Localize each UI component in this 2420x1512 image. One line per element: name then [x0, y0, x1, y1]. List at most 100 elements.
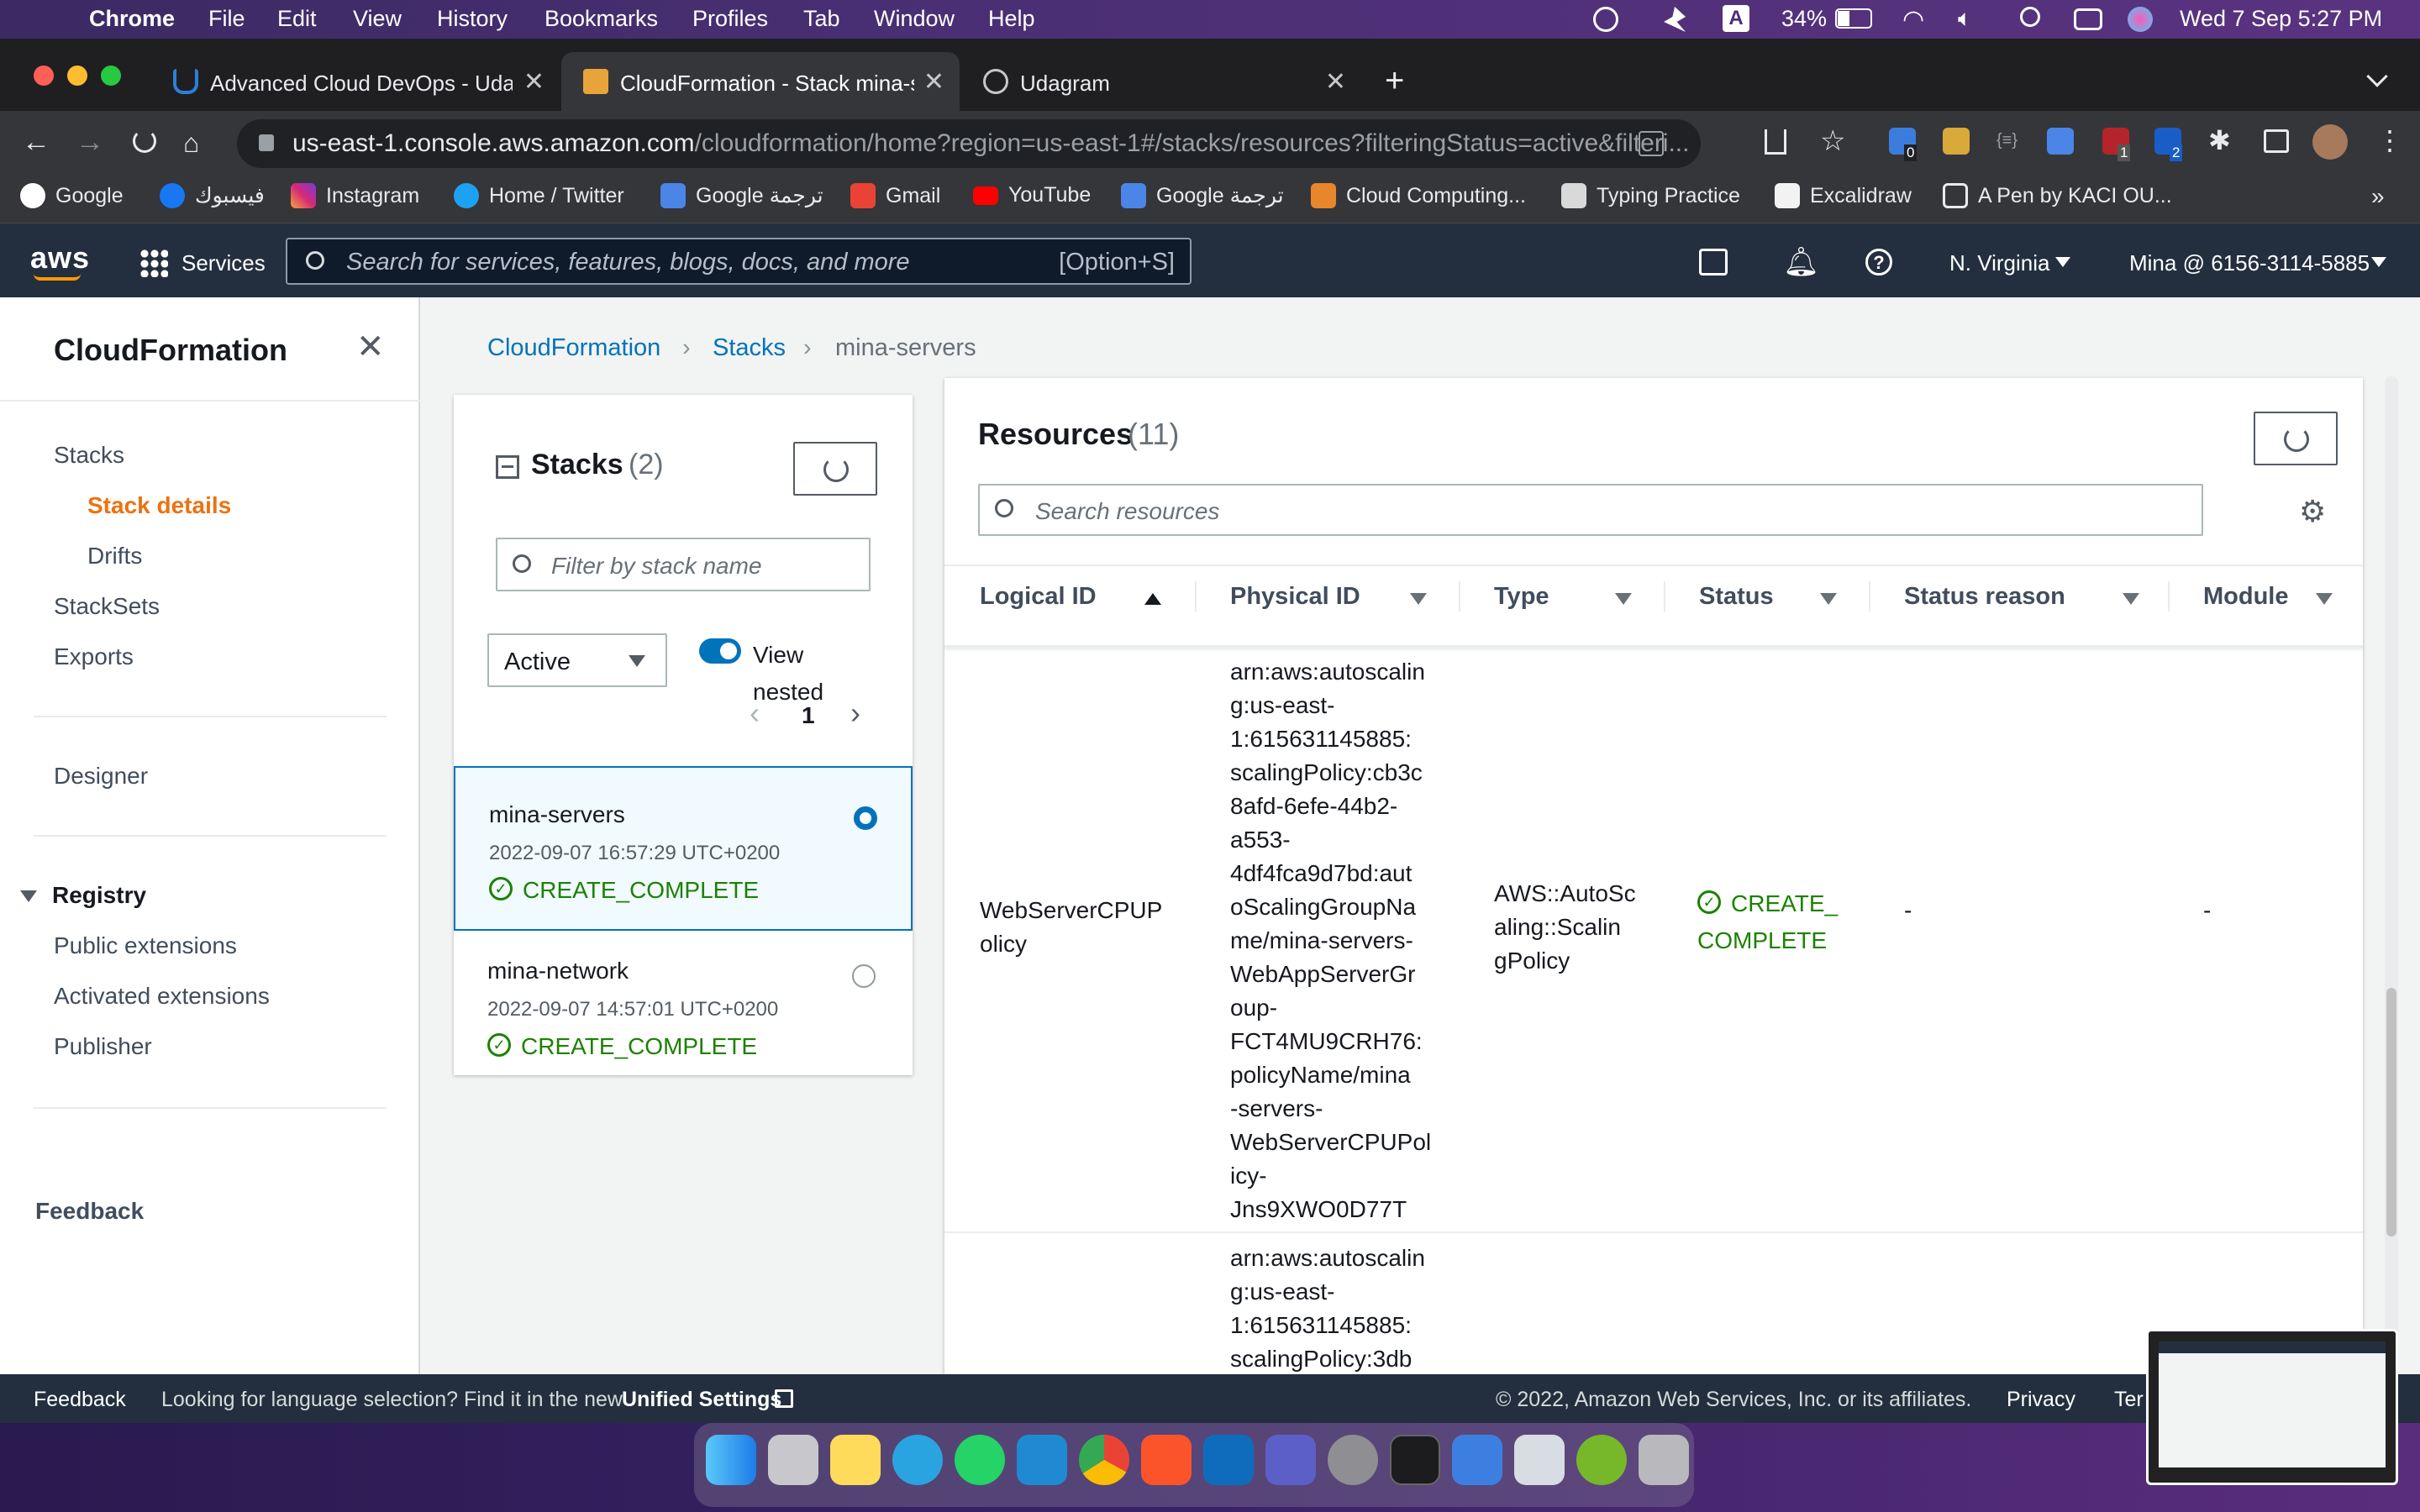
back-icon[interactable]: ←: [22, 126, 50, 159]
share-icon[interactable]: [1765, 129, 1786, 155]
sort-icon[interactable]: [1615, 593, 1632, 605]
tab-udacity[interactable]: Advanced Cloud DevOps - Uda ✕: [151, 52, 560, 111]
column-header-physical-id[interactable]: Physical ID: [1230, 583, 1360, 611]
next-page-icon[interactable]: ›: [850, 696, 860, 731]
trash-icon[interactable]: [1639, 1435, 1689, 1485]
notifications-bell-icon[interactable]: 🔔︎: [1783, 245, 1819, 279]
stack-name[interactable]: mina-network: [487, 958, 629, 984]
wordpress-icon[interactable]: [1593, 7, 1618, 32]
utorrent-icon[interactable]: [1576, 1435, 1627, 1485]
sidebar-section-registry[interactable]: Registry: [52, 882, 146, 909]
vscode-icon[interactable]: [1017, 1435, 1067, 1485]
sort-icon[interactable]: [1820, 593, 1837, 605]
sort-ascending-icon[interactable]: [1144, 593, 1161, 605]
close-tab-icon[interactable]: ✕: [1325, 67, 1346, 97]
sidebar-item-publisher[interactable]: Publisher: [54, 1033, 152, 1060]
bookmark-gmail[interactable]: Gmail: [850, 183, 940, 208]
close-sidebar-icon[interactable]: ✕: [356, 328, 385, 366]
account-caret-icon[interactable]: [2371, 257, 2386, 267]
siri-icon[interactable]: [2128, 7, 2153, 32]
account-menu[interactable]: Mina @ 6156-3114-5885: [2129, 250, 2370, 276]
outlook-icon[interactable]: [1203, 1435, 1254, 1485]
xcode-icon[interactable]: [1452, 1435, 1502, 1485]
menu-datetime[interactable]: Wed 7 Sep 5:27 PM: [2180, 6, 2382, 32]
translate-icon[interactable]: [1639, 131, 1664, 156]
page-scrollbar-thumb[interactable]: [2386, 988, 2396, 1236]
stack-list-item[interactable]: mina-servers 2022-09-07 16:57:29 UTC+020…: [454, 766, 913, 931]
bookmark-instagram[interactable]: Instagram: [291, 183, 419, 208]
side-panel-icon[interactable]: [2264, 129, 2289, 153]
brave-icon[interactable]: [1141, 1435, 1192, 1485]
menu-help[interactable]: Help: [988, 6, 1035, 32]
bookmark-google-translate-2[interactable]: Google ترجمة: [1121, 183, 1284, 208]
sidebar-item-public-extensions[interactable]: Public extensions: [54, 932, 237, 959]
telegram-icon[interactable]: [892, 1435, 943, 1485]
column-header-status[interactable]: Status: [1699, 583, 1774, 611]
more-bookmarks-icon[interactable]: »: [2371, 183, 2385, 210]
footer-feedback[interactable]: Feedback: [34, 1388, 126, 1412]
sidebar-item-stack-details[interactable]: Stack details: [87, 492, 231, 519]
menu-bookmarks[interactable]: Bookmarks: [544, 6, 658, 32]
tab-cloudformation[interactable]: CloudFormation - Stack mina-s ✕: [561, 52, 960, 111]
battery-icon[interactable]: [1835, 8, 1872, 29]
sidebar-item-activated-extensions[interactable]: Activated extensions: [54, 983, 270, 1010]
bookmark-google[interactable]: Google: [20, 183, 124, 208]
sort-icon[interactable]: [1410, 593, 1427, 605]
puzzle-extensions-icon[interactable]: ✱: [2208, 124, 2231, 156]
menu-profiles[interactable]: Profiles: [692, 6, 768, 32]
notes-icon[interactable]: [830, 1435, 881, 1485]
refresh-resources-button[interactable]: [2254, 412, 2338, 465]
collapse-icon[interactable]: [496, 455, 519, 479]
app-status-icon[interactable]: [1664, 7, 1686, 32]
bookmark-codepen[interactable]: A Pen by KACI OU...: [1943, 183, 2172, 208]
menu-file[interactable]: File: [208, 6, 245, 32]
stack-list-item[interactable]: mina-network 2022-09-07 14:57:01 UTC+020…: [454, 932, 913, 1075]
services-grid-icon[interactable]: [139, 249, 168, 277]
volume-icon[interactable]: 🔈︎: [1958, 5, 1972, 33]
resources-search-input[interactable]: Search resources: [978, 484, 2203, 536]
close-tab-icon[interactable]: ✕: [523, 67, 544, 97]
bookmark-twitter[interactable]: Home / Twitter: [454, 183, 624, 208]
caret-down-icon[interactable]: [20, 890, 37, 902]
extension-icon[interactable]: {≡}: [1996, 131, 2018, 150]
preview-icon[interactable]: [1514, 1435, 1565, 1485]
input-source-icon[interactable]: A: [1723, 5, 1749, 32]
refresh-stacks-button[interactable]: [793, 442, 877, 496]
region-caret-icon[interactable]: [2055, 257, 2070, 267]
launchpad-icon[interactable]: [768, 1435, 818, 1485]
sidebar-item-drifts[interactable]: Drifts: [87, 543, 142, 570]
region-selector[interactable]: N. Virginia: [1949, 250, 2049, 276]
sidebar-item-exports[interactable]: Exports: [54, 643, 134, 670]
prev-page-icon[interactable]: ‹: [750, 696, 760, 731]
footer-privacy[interactable]: Privacy: [2007, 1388, 2075, 1412]
aws-search-input[interactable]: Search for services, features, blogs, do…: [286, 238, 1192, 285]
new-tab-icon[interactable]: +: [1385, 64, 1404, 97]
menu-history[interactable]: History: [437, 6, 508, 32]
menu-app-name[interactable]: Chrome: [89, 6, 175, 32]
screenshot-thumbnail-preview[interactable]: [2146, 1329, 2398, 1485]
google-translate-icon[interactable]: [2047, 128, 2074, 155]
view-nested-toggle[interactable]: [699, 638, 741, 664]
bookmark-typing-practice[interactable]: Typing Practice: [1561, 183, 1740, 208]
home-icon[interactable]: ⌂: [183, 128, 199, 159]
chrome-icon[interactable]: [1079, 1435, 1129, 1485]
tab-udagram[interactable]: Udagram ✕: [961, 52, 1361, 111]
forward-icon[interactable]: →: [76, 126, 104, 159]
stack-name[interactable]: mina-servers: [489, 801, 625, 828]
window-zoom-button[interactable]: [101, 66, 121, 86]
tab-search-chevron-icon[interactable]: [2366, 66, 2388, 87]
status-filter-select[interactable]: Active: [487, 633, 667, 687]
sidebar-feedback[interactable]: Feedback: [35, 1198, 144, 1225]
system-settings-icon[interactable]: [1328, 1435, 1378, 1485]
sort-icon[interactable]: [2316, 593, 2333, 605]
settings-gear-icon[interactable]: ⚙: [2299, 494, 2326, 529]
bookmark-youtube[interactable]: YouTube: [973, 183, 1091, 207]
sidebar-item-designer[interactable]: Designer: [54, 763, 148, 790]
menu-edit[interactable]: Edit: [277, 6, 317, 32]
wifi-icon[interactable]: ◠: [1902, 5, 1924, 34]
stack-radio-selected[interactable]: [854, 806, 877, 830]
profile-avatar[interactable]: [2312, 124, 2348, 160]
breadcrumb-stacks[interactable]: Stacks: [713, 334, 786, 362]
aws-logo[interactable]: aws: [30, 240, 90, 276]
bookmark-excalidraw[interactable]: Excalidraw: [1775, 183, 1912, 208]
